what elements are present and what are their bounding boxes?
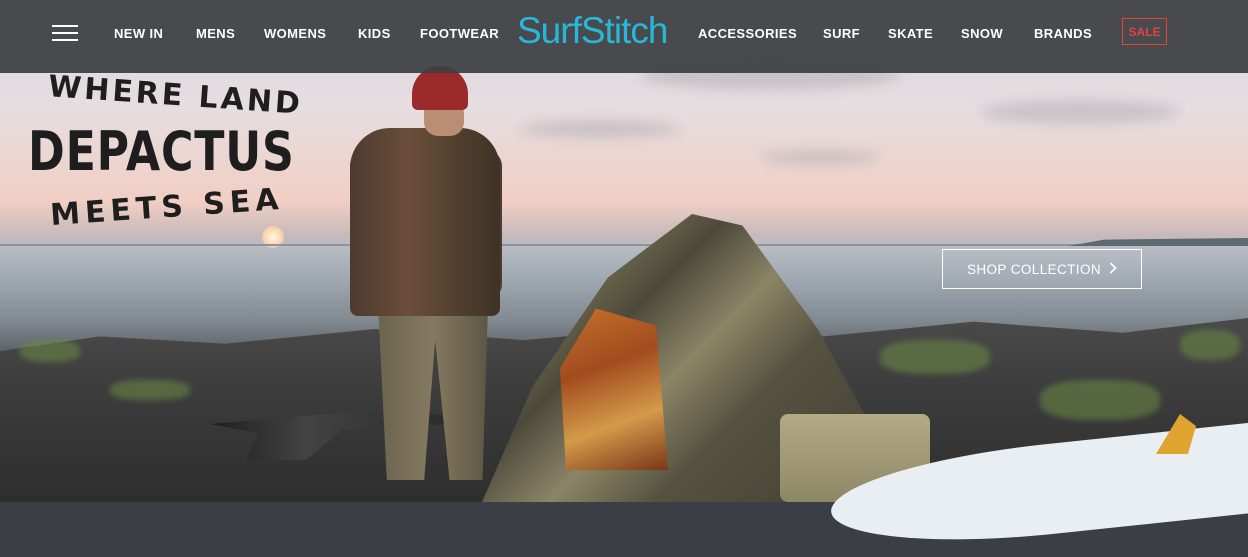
- tent-door: [560, 308, 668, 470]
- nav-sale-button[interactable]: SALE: [1122, 18, 1167, 45]
- nav-surf[interactable]: SURF: [823, 26, 860, 41]
- cloud: [980, 100, 1180, 124]
- nav-snow[interactable]: SNOW: [961, 26, 1003, 41]
- shop-collection-label: SHOP COLLECTION: [966, 261, 1102, 277]
- nav-new-in[interactable]: NEW IN: [114, 26, 163, 41]
- nav-kids[interactable]: KIDS: [358, 26, 391, 41]
- nav-brands[interactable]: BRANDS: [1034, 26, 1092, 41]
- top-navigation: NEW IN MENS WOMENS KIDS FOOTWEAR SurfSti…: [0, 0, 1248, 73]
- horizon: [0, 244, 1248, 246]
- grass-patch: [20, 340, 80, 362]
- cloud: [520, 120, 680, 138]
- hamburger-menu-icon[interactable]: [52, 25, 78, 43]
- chevron-right-icon: [1109, 261, 1117, 277]
- surfstitch-logo[interactable]: SurfStitch: [517, 10, 668, 52]
- tagline-brand: DEPACTUS: [28, 120, 295, 183]
- shop-collection-button[interactable]: SHOP COLLECTION: [942, 249, 1142, 289]
- nav-skate[interactable]: SKATE: [888, 26, 933, 41]
- grass-patch: [880, 340, 990, 374]
- nav-womens[interactable]: WOMENS: [264, 26, 326, 41]
- grass-patch: [110, 380, 190, 400]
- cloud: [760, 150, 880, 164]
- man-flannel-shirt: [350, 128, 500, 316]
- headland: [1068, 238, 1248, 246]
- nav-accessories[interactable]: ACCESSORIES: [698, 26, 797, 41]
- nav-mens[interactable]: MENS: [196, 26, 235, 41]
- nav-footwear[interactable]: FOOTWEAR: [420, 26, 499, 41]
- grass-patch: [1040, 380, 1160, 420]
- grass-patch: [1180, 330, 1240, 360]
